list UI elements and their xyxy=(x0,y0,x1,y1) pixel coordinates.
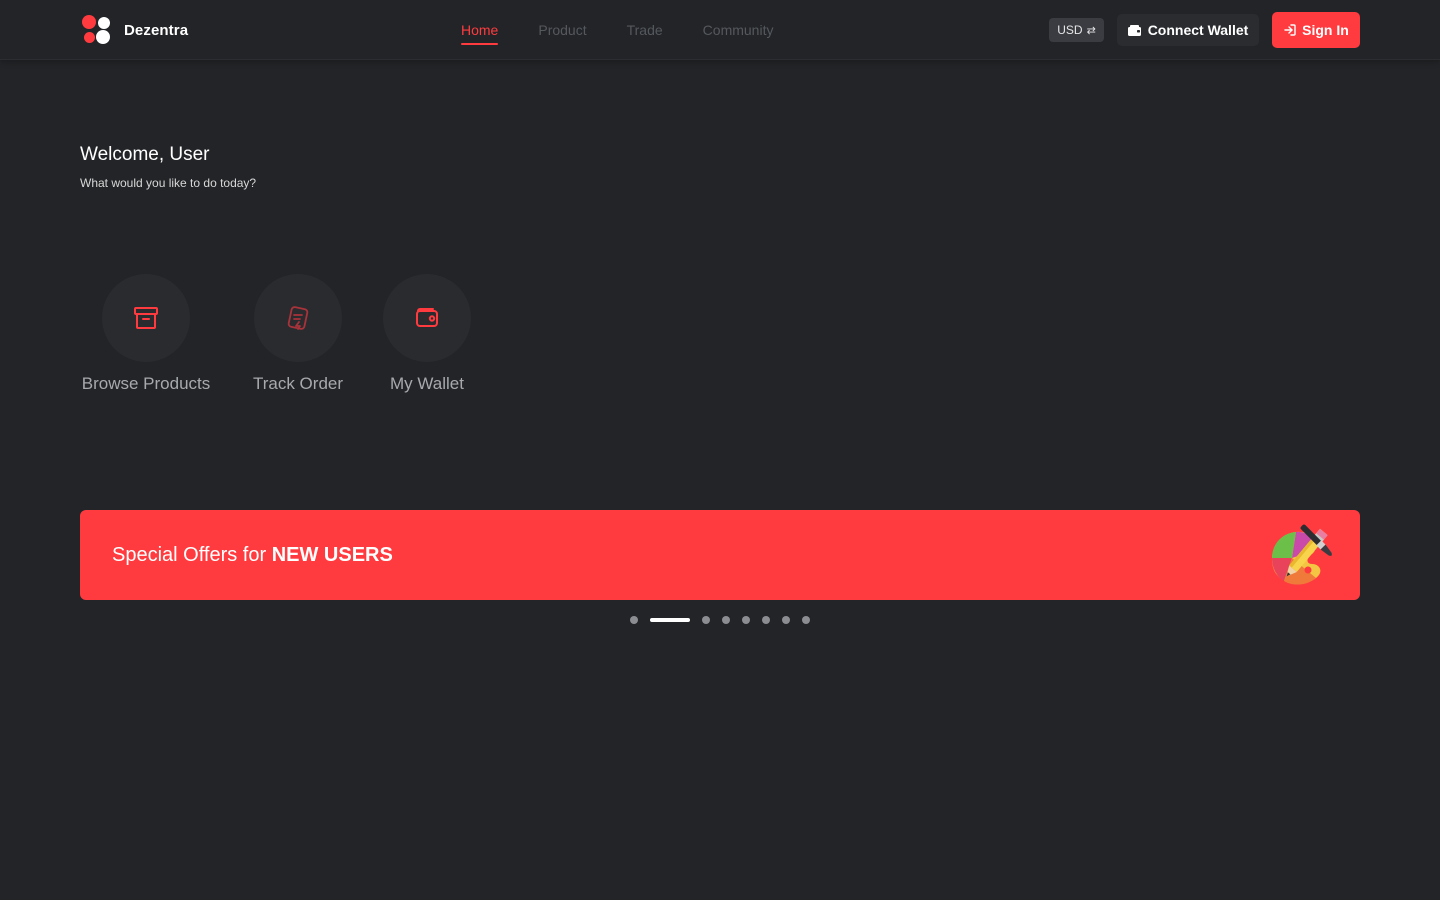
carousel-dot-active[interactable] xyxy=(650,618,690,622)
carousel-dot[interactable] xyxy=(702,616,710,624)
track-order-action[interactable]: Track Order xyxy=(252,274,344,394)
my-wallet-label: My Wallet xyxy=(390,374,464,393)
carousel-dot[interactable] xyxy=(802,616,810,624)
nav-item-community[interactable]: Community xyxy=(703,0,774,60)
browse-products-icon-circle xyxy=(102,274,190,362)
welcome-subtitle: What would you like to do today? xyxy=(80,176,257,190)
carousel-dot[interactable] xyxy=(782,616,790,624)
nav-item-trade[interactable]: Trade xyxy=(627,0,663,60)
sign-in-icon xyxy=(1284,24,1296,36)
track-order-label: Track Order xyxy=(252,374,344,393)
carousel-dots xyxy=(630,616,822,624)
my-wallet-action[interactable]: My Wallet xyxy=(383,274,471,394)
promo-banner[interactable]: Special Offers for NEW USERS xyxy=(80,510,1360,600)
paint-palette-brush-icon xyxy=(1272,524,1332,585)
archive-box-icon xyxy=(134,307,158,329)
sign-in-button[interactable]: Sign In xyxy=(1272,12,1360,48)
carousel-dot[interactable] xyxy=(722,616,730,624)
browse-products-label: Browse Products xyxy=(81,374,211,393)
track-order-icon-circle xyxy=(254,274,342,362)
track-order-icon xyxy=(287,306,309,330)
carousel-dot[interactable] xyxy=(742,616,750,624)
brand-name: Dezentra xyxy=(124,21,189,39)
swap-arrows-icon: ⇄ xyxy=(1086,24,1096,37)
connect-wallet-label: Connect Wallet xyxy=(1147,22,1249,38)
browse-products-action[interactable]: Browse Products xyxy=(80,274,212,394)
top-navigation-bar: Dezentra Home Product Trade Community US… xyxy=(0,0,1440,60)
welcome-title: Welcome, User xyxy=(80,144,210,165)
currency-label: USD xyxy=(1057,23,1083,37)
promo-banner-highlight: NEW USERS xyxy=(271,544,393,566)
currency-selector[interactable]: USD ⇄ xyxy=(1049,18,1104,42)
wallet-icon xyxy=(1127,24,1141,36)
main-nav: Home Product Trade Community xyxy=(461,0,813,60)
promo-banner-prefix: Special Offers for xyxy=(112,544,272,566)
my-wallet-icon-circle xyxy=(383,274,471,362)
promo-banner-text: Special Offers for NEW USERS xyxy=(112,544,393,567)
logo-icon xyxy=(82,15,112,45)
nav-item-home[interactable]: Home xyxy=(461,0,499,60)
wallet-icon xyxy=(416,308,438,327)
sign-in-label: Sign In xyxy=(1302,22,1349,38)
brand-logo[interactable]: Dezentra xyxy=(82,15,188,45)
connect-wallet-button[interactable]: Connect Wallet xyxy=(1117,14,1259,46)
carousel-dot[interactable] xyxy=(630,616,638,624)
nav-item-product[interactable]: Product xyxy=(538,0,586,60)
carousel-dot[interactable] xyxy=(762,616,770,624)
